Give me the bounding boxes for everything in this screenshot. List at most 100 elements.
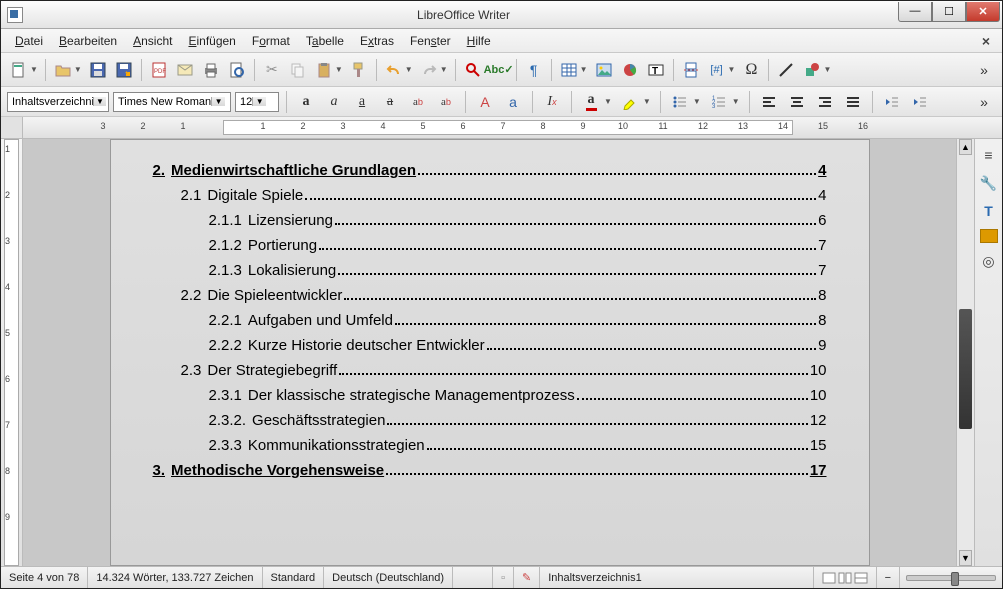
open-dropdown[interactable]: ▼ [74, 65, 82, 74]
status-style[interactable]: Inhaltsverzeichnis1 [540, 567, 813, 588]
status-signature[interactable]: ✎ [514, 567, 540, 588]
menu-extras[interactable]: Extras [352, 32, 402, 50]
toc-entry[interactable]: 2.2.1Aufgaben und Umfeld8 [153, 308, 827, 333]
menu-tabelle[interactable]: Tabelle [298, 32, 352, 50]
find-button[interactable] [461, 58, 485, 82]
view-layout-buttons[interactable] [814, 567, 877, 588]
open-button[interactable] [51, 58, 75, 82]
font-size-combo[interactable]: 12 ▼ [235, 92, 279, 112]
new-doc-button[interactable] [7, 58, 31, 82]
toc-entry[interactable]: 2.2Die Spieleentwickler8 [153, 283, 827, 308]
scroll-down-button[interactable]: ▼ [959, 550, 972, 566]
print-button[interactable] [199, 58, 223, 82]
indent-inc-button[interactable] [908, 90, 932, 114]
field-button[interactable]: [#] [705, 58, 729, 82]
bold-button[interactable]: a [294, 90, 318, 114]
vertical-scrollbar[interactable]: ▲ ▼ [956, 139, 974, 566]
scrollbar-thumb[interactable] [959, 309, 972, 429]
redo-button[interactable] [417, 58, 441, 82]
pagebreak-button[interactable] [679, 58, 703, 82]
toc-entry[interactable]: 3.Methodische Vorgehensweise17 [153, 458, 827, 483]
cut-button[interactable]: ✂ [260, 58, 284, 82]
toc-entry[interactable]: 2.1.1Lizensierung6 [153, 208, 827, 233]
toc-entry[interactable]: 2.3.3Kommunikationsstrategien15 [153, 433, 827, 458]
toc-entry[interactable]: 2.1.3Lokalisierung7 [153, 258, 827, 283]
toc-entry[interactable]: 2.1Digitale Spiele4 [153, 183, 827, 208]
minimize-button[interactable]: — [898, 2, 932, 22]
clone-format-button[interactable] [347, 58, 371, 82]
toc-entry[interactable]: 2.2.2Kurze Historie deutscher Entwickler… [153, 333, 827, 358]
italic-button[interactable]: a [322, 90, 346, 114]
align-justify-button[interactable] [841, 90, 865, 114]
uppercase-button[interactable]: A [473, 90, 497, 114]
maximize-button[interactable]: ☐ [932, 2, 966, 22]
status-language[interactable]: Deutsch (Deutschland) [324, 567, 453, 588]
menu-format[interactable]: Format [244, 32, 298, 50]
sidebar-gallery-icon[interactable] [980, 229, 998, 243]
redo-dropdown[interactable]: ▼ [440, 65, 448, 74]
menu-bearbeiten[interactable]: Bearbeiten [51, 32, 125, 50]
table-dropdown[interactable]: ▼ [580, 65, 588, 74]
sidebar-navigator-icon[interactable]: ◎ [979, 251, 999, 271]
preview-button[interactable] [225, 58, 249, 82]
status-page[interactable]: Seite 4 von 78 [1, 567, 88, 588]
table-button[interactable] [557, 58, 581, 82]
line-button[interactable] [774, 58, 798, 82]
chart-button[interactable] [618, 58, 642, 82]
paragraph-style-combo[interactable]: Inhaltsverzeichnis ▼ [7, 92, 109, 112]
toc-entry[interactable]: 2.Medienwirtschaftliche Grundlagen4 [153, 158, 827, 183]
sidebar-wrench-icon[interactable]: 🔧 [979, 173, 999, 193]
subscript-button[interactable]: ab [434, 90, 458, 114]
undo-button[interactable] [382, 58, 406, 82]
numbering-button[interactable]: 123 [707, 90, 731, 114]
menu-fenster[interactable]: Fenster [402, 32, 459, 50]
paste-dropdown[interactable]: ▼ [335, 65, 343, 74]
status-selection-mode[interactable]: ▫ [493, 567, 514, 588]
saveas-button[interactable] [112, 58, 136, 82]
shapes-button[interactable] [800, 58, 824, 82]
highlight-dropdown[interactable]: ▼ [643, 97, 651, 106]
vertical-ruler[interactable]: 123456789 [1, 139, 23, 566]
copy-button[interactable] [286, 58, 310, 82]
mail-button[interactable] [173, 58, 197, 82]
new-doc-dropdown[interactable]: ▼ [30, 65, 38, 74]
toc-entry[interactable]: 2.1.2Portierung7 [153, 233, 827, 258]
font-color-dropdown[interactable]: ▼ [604, 97, 612, 106]
bullets-button[interactable] [668, 90, 692, 114]
font-name-combo[interactable]: Times New Roman ▼ [113, 92, 231, 112]
format-overflow[interactable]: » [972, 90, 996, 114]
export-pdf-button[interactable]: PDF [147, 58, 171, 82]
save-button[interactable] [86, 58, 110, 82]
font-color-button[interactable]: a [579, 90, 603, 114]
spellcheck-button[interactable]: Abc✓ [487, 58, 511, 82]
lowercase-button[interactable]: a [501, 90, 525, 114]
status-insert-mode[interactable] [453, 567, 493, 588]
field-dropdown[interactable]: ▼ [728, 65, 736, 74]
toc-entry[interactable]: 2.3Der Strategiebegriff10 [153, 358, 827, 383]
close-button[interactable]: ✕ [966, 2, 1000, 22]
clear-format-button[interactable]: Ix [540, 90, 564, 114]
shapes-dropdown[interactable]: ▼ [823, 65, 831, 74]
document-area[interactable]: 2.Medienwirtschaftliche Grundlagen42.1Di… [23, 139, 956, 566]
align-center-button[interactable] [785, 90, 809, 114]
toolbar-overflow[interactable]: » [972, 58, 996, 82]
status-words[interactable]: 14.324 Wörter, 133.727 Zeichen [88, 567, 262, 588]
menu-einfuegen[interactable]: Einfügen [180, 32, 243, 50]
sidebar-styles-icon[interactable]: T [979, 201, 999, 221]
pilcrow-button[interactable]: ¶ [522, 58, 546, 82]
menu-datei[interactable]: Datei [7, 32, 51, 50]
strike-button[interactable]: a [378, 90, 402, 114]
toc-entry[interactable]: 2.3.2.Geschäftsstrategien12 [153, 408, 827, 433]
close-document-button[interactable]: × [976, 33, 996, 49]
highlight-button[interactable] [618, 90, 642, 114]
bullets-dropdown[interactable]: ▼ [693, 97, 701, 106]
menu-hilfe[interactable]: Hilfe [459, 32, 499, 50]
indent-dec-button[interactable] [880, 90, 904, 114]
horizontal-ruler[interactable]: 32112345678910111213141516 [23, 117, 1002, 138]
zoom-slider[interactable] [906, 575, 996, 581]
align-right-button[interactable] [813, 90, 837, 114]
status-template[interactable]: Standard [263, 567, 325, 588]
superscript-button[interactable]: ab [406, 90, 430, 114]
textbox-button[interactable]: T [644, 58, 668, 82]
underline-button[interactable]: a [350, 90, 374, 114]
